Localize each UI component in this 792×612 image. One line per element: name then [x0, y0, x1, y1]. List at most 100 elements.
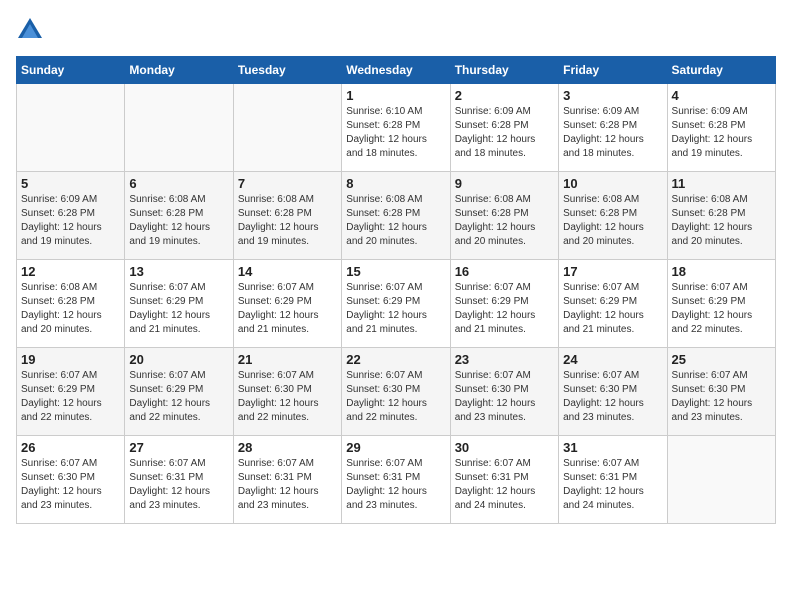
- week-row-1: 1 Sunrise: 6:10 AM Sunset: 6:28 PM Daylig…: [17, 84, 776, 172]
- calendar-cell: 3Sunrise: 6:09 AM Sunset: 6:28 PM Daylig…: [559, 84, 667, 172]
- calendar-cell: 26 Sunrise: 6:07 AM Sunset: 6:30 PM Dayli…: [17, 436, 125, 524]
- calendar-cell: 17 Sunrise: 6:07 AM Sunset: 6:29 PM Dayli…: [559, 260, 667, 348]
- cell-info: Sunrise: 6:07 AM Sunset: 6:29 PM Dayligh…: [238, 281, 337, 337]
- calendar-cell: [17, 84, 125, 172]
- calendar-cell: [233, 84, 341, 172]
- week-row-3: 12 Sunrise: 6:08 AM Sunset: 6:28 PM Dayli…: [17, 260, 776, 348]
- calendar-cell: 16 Sunrise: 6:07 AM Sunset: 6:29 PM Dayli…: [450, 260, 558, 348]
- cell-info: Sunrise: 6:08 AM Sunset: 6:28 PM Dayligh…: [21, 281, 120, 337]
- header-day-wednesday: Wednesday: [342, 57, 450, 84]
- cell-info: Sunrise: 6:07 AM Sunset: 6:29 PM Dayligh…: [346, 281, 445, 337]
- week-row-5: 26 Sunrise: 6:07 AM Sunset: 6:30 PM Dayli…: [17, 436, 776, 524]
- logo: [16, 16, 46, 44]
- cell-info: Sunrise: 6:09 AM Sunset: 6:28 PM Dayligh…: [21, 193, 120, 249]
- calendar-cell: 30 Sunrise: 6:07 AM Sunset: 6:31 PM Dayli…: [450, 436, 558, 524]
- cell-info: Sunrise: 6:09 AM Sunset: 6:28 PM Dayligh…: [563, 105, 662, 161]
- calendar-cell: 9 Sunrise: 6:08 AM Sunset: 6:28 PM Daylig…: [450, 172, 558, 260]
- cell-info: Sunrise: 6:08 AM Sunset: 6:28 PM Dayligh…: [346, 193, 445, 249]
- day-number: 11: [672, 176, 771, 191]
- day-number: 7: [238, 176, 337, 191]
- day-number: 27: [129, 440, 228, 455]
- calendar-table: SundayMondayTuesdayWednesdayThursdayFrid…: [16, 56, 776, 524]
- day-number: 30: [455, 440, 554, 455]
- calendar-cell: 28 Sunrise: 6:07 AM Sunset: 6:31 PM Dayli…: [233, 436, 341, 524]
- cell-info: Sunrise: 6:07 AM Sunset: 6:31 PM Dayligh…: [563, 457, 662, 513]
- calendar-cell: 1 Sunrise: 6:10 AM Sunset: 6:28 PM Daylig…: [342, 84, 450, 172]
- calendar-cell: 4 Sunrise: 6:09 AM Sunset: 6:28 PM Daylig…: [667, 84, 775, 172]
- cell-info: Sunrise: 6:08 AM Sunset: 6:28 PM Dayligh…: [672, 193, 771, 249]
- day-number: 23: [455, 352, 554, 367]
- calendar-cell: 10 Sunrise: 6:08 AM Sunset: 6:28 PM Dayli…: [559, 172, 667, 260]
- header-day-friday: Friday: [559, 57, 667, 84]
- day-number: 2: [455, 88, 554, 103]
- cell-info: Sunrise: 6:08 AM Sunset: 6:28 PM Dayligh…: [455, 193, 554, 249]
- day-number: 18: [672, 264, 771, 279]
- calendar-cell: 12 Sunrise: 6:08 AM Sunset: 6:28 PM Dayli…: [17, 260, 125, 348]
- day-number: 15: [346, 264, 445, 279]
- cell-info: Sunrise: 6:07 AM Sunset: 6:30 PM Dayligh…: [346, 369, 445, 425]
- day-number: 20: [129, 352, 228, 367]
- calendar-cell: 2 Sunrise: 6:09 AM Sunset: 6:28 PM Daylig…: [450, 84, 558, 172]
- cell-info: Sunrise: 6:07 AM Sunset: 6:30 PM Dayligh…: [672, 369, 771, 425]
- calendar-cell: 24 Sunrise: 6:07 AM Sunset: 6:30 PM Dayli…: [559, 348, 667, 436]
- day-number: 14: [238, 264, 337, 279]
- day-number: 28: [238, 440, 337, 455]
- day-number: 5: [21, 176, 120, 191]
- day-number: 17: [563, 264, 662, 279]
- day-number: 6: [129, 176, 228, 191]
- week-row-2: 5 Sunrise: 6:09 AM Sunset: 6:28 PM Daylig…: [17, 172, 776, 260]
- calendar-cell: 7Sunrise: 6:08 AM Sunset: 6:28 PM Daylig…: [233, 172, 341, 260]
- day-number: 9: [455, 176, 554, 191]
- cell-info: Sunrise: 6:09 AM Sunset: 6:28 PM Dayligh…: [455, 105, 554, 161]
- cell-info: Sunrise: 6:07 AM Sunset: 6:30 PM Dayligh…: [21, 457, 120, 513]
- cell-info: Sunrise: 6:07 AM Sunset: 6:30 PM Dayligh…: [563, 369, 662, 425]
- calendar-cell: 6 Sunrise: 6:08 AM Sunset: 6:28 PM Daylig…: [125, 172, 233, 260]
- header-day-monday: Monday: [125, 57, 233, 84]
- day-number: 16: [455, 264, 554, 279]
- cell-info: Sunrise: 6:07 AM Sunset: 6:31 PM Dayligh…: [455, 457, 554, 513]
- calendar-cell: 29 Sunrise: 6:07 AM Sunset: 6:31 PM Dayli…: [342, 436, 450, 524]
- cell-info: Sunrise: 6:07 AM Sunset: 6:29 PM Dayligh…: [563, 281, 662, 337]
- header-day-thursday: Thursday: [450, 57, 558, 84]
- calendar-cell: 5 Sunrise: 6:09 AM Sunset: 6:28 PM Daylig…: [17, 172, 125, 260]
- cell-info: Sunrise: 6:07 AM Sunset: 6:29 PM Dayligh…: [672, 281, 771, 337]
- cell-info: Sunrise: 6:07 AM Sunset: 6:30 PM Dayligh…: [455, 369, 554, 425]
- cell-info: Sunrise: 6:07 AM Sunset: 6:31 PM Dayligh…: [129, 457, 228, 513]
- day-number: 12: [21, 264, 120, 279]
- cell-info: Sunrise: 6:07 AM Sunset: 6:30 PM Dayligh…: [238, 369, 337, 425]
- cell-info: Sunrise: 6:08 AM Sunset: 6:28 PM Dayligh…: [563, 193, 662, 249]
- day-number: 4: [672, 88, 771, 103]
- cell-info: Sunrise: 6:09 AM Sunset: 6:28 PM Dayligh…: [672, 105, 771, 161]
- calendar-cell: [667, 436, 775, 524]
- cell-info: Sunrise: 6:07 AM Sunset: 6:31 PM Dayligh…: [346, 457, 445, 513]
- day-number: 1: [346, 88, 445, 103]
- day-number: 21: [238, 352, 337, 367]
- header-day-saturday: Saturday: [667, 57, 775, 84]
- page-header: [16, 16, 776, 44]
- day-number: 10: [563, 176, 662, 191]
- header-day-tuesday: Tuesday: [233, 57, 341, 84]
- day-number: 31: [563, 440, 662, 455]
- day-number: 24: [563, 352, 662, 367]
- calendar-cell: 25 Sunrise: 6:07 AM Sunset: 6:30 PM Dayli…: [667, 348, 775, 436]
- calendar-cell: 8 Sunrise: 6:08 AM Sunset: 6:28 PM Daylig…: [342, 172, 450, 260]
- cell-info: Sunrise: 6:08 AM Sunset: 6:28 PM Dayligh…: [129, 193, 228, 249]
- calendar-cell: 21 Sunrise: 6:07 AM Sunset: 6:30 PM Dayli…: [233, 348, 341, 436]
- calendar-cell: 15 Sunrise: 6:07 AM Sunset: 6:29 PM Dayli…: [342, 260, 450, 348]
- day-number: 29: [346, 440, 445, 455]
- day-number: 19: [21, 352, 120, 367]
- calendar-cell: 31 Sunrise: 6:07 AM Sunset: 6:31 PM Dayli…: [559, 436, 667, 524]
- week-row-4: 19Sunrise: 6:07 AM Sunset: 6:29 PM Dayli…: [17, 348, 776, 436]
- day-number: 8: [346, 176, 445, 191]
- cell-info: Sunrise: 6:07 AM Sunset: 6:29 PM Dayligh…: [455, 281, 554, 337]
- calendar-cell: [125, 84, 233, 172]
- calendar-cell: 27 Sunrise: 6:07 AM Sunset: 6:31 PM Dayli…: [125, 436, 233, 524]
- calendar-cell: 13Sunrise: 6:07 AM Sunset: 6:29 PM Dayli…: [125, 260, 233, 348]
- day-number: 25: [672, 352, 771, 367]
- day-number: 26: [21, 440, 120, 455]
- calendar-cell: 18 Sunrise: 6:07 AM Sunset: 6:29 PM Dayli…: [667, 260, 775, 348]
- cell-info: Sunrise: 6:07 AM Sunset: 6:31 PM Dayligh…: [238, 457, 337, 513]
- calendar-cell: 19Sunrise: 6:07 AM Sunset: 6:29 PM Dayli…: [17, 348, 125, 436]
- header-day-sunday: Sunday: [17, 57, 125, 84]
- cell-info: Sunrise: 6:10 AM Sunset: 6:28 PM Dayligh…: [346, 105, 445, 161]
